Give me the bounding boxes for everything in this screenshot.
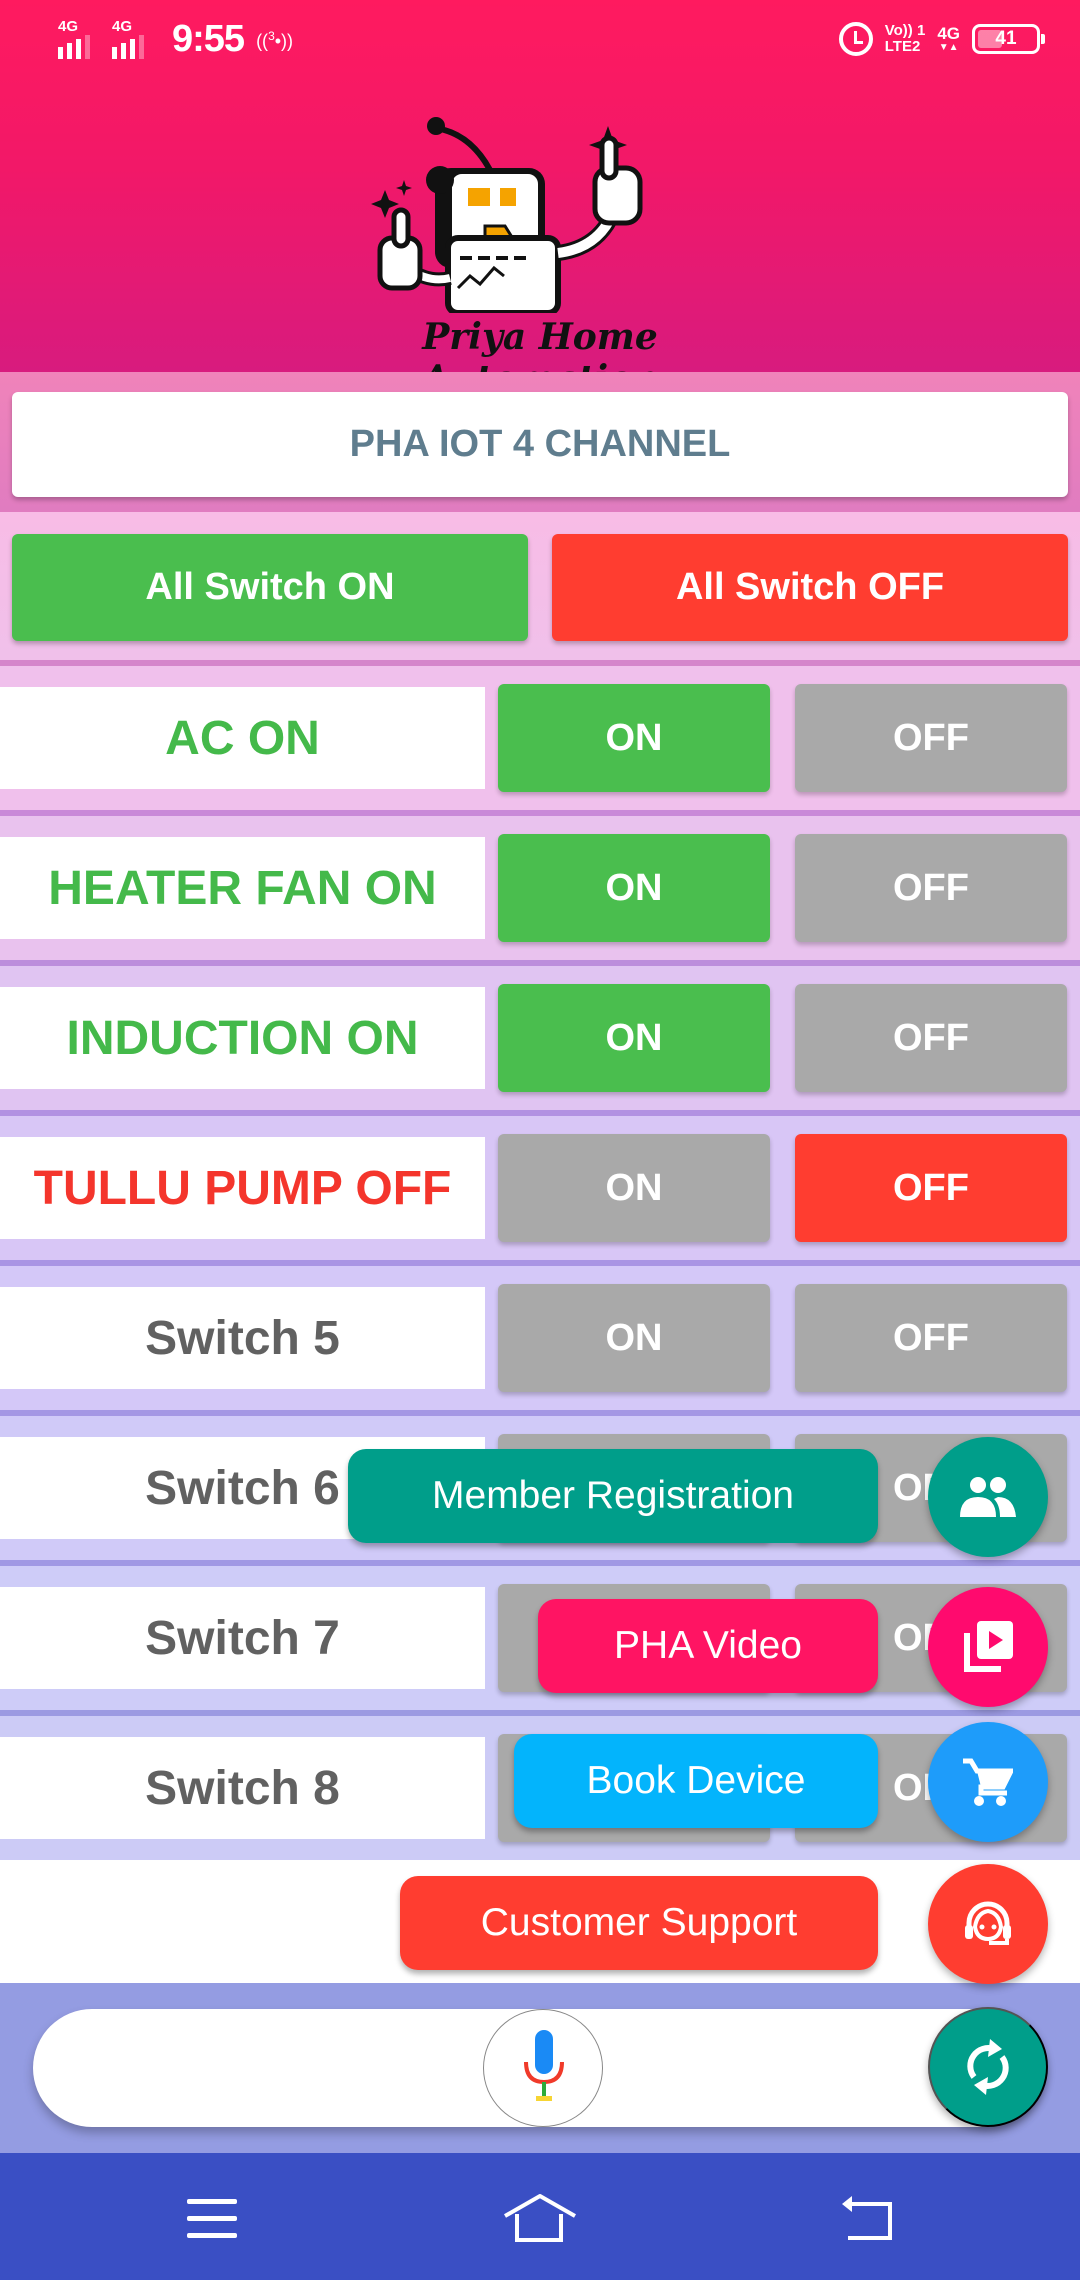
data-network-type: 4G <box>937 24 960 43</box>
switch-row: TULLU PUMP OFF ON OFF <box>0 1110 1080 1260</box>
fab-item-member-registration: Member Registration <box>0 1437 1080 1557</box>
row-divider <box>0 1260 1080 1266</box>
hotspot-icon: ((3•)) <box>256 29 294 51</box>
row-divider <box>0 660 1080 666</box>
master-controls: All Switch ON All Switch OFF <box>0 512 1080 660</box>
switch-label: HEATER FAN ON <box>0 837 485 939</box>
system-nav-bar <box>0 2153 1080 2280</box>
switch-on-button[interactable]: ON <box>498 834 770 942</box>
sim1-signal-icon: 4G <box>58 19 102 59</box>
voice-input-button[interactable] <box>483 2009 603 2127</box>
menu-button[interactable] <box>172 2183 252 2253</box>
battery-level: 41 <box>995 28 1017 49</box>
switch-off-button[interactable]: OFF <box>795 834 1067 942</box>
switch-off-button[interactable]: OFF <box>795 1284 1067 1392</box>
book-device-fab[interactable] <box>928 1722 1048 1842</box>
hotspot-count: 3 <box>268 29 275 43</box>
back-icon <box>842 2196 892 2240</box>
switch-off-button[interactable]: OFF <box>795 984 1067 1092</box>
all-switch-off-button[interactable]: All Switch OFF <box>552 534 1068 641</box>
pha-video-fab[interactable] <box>928 1587 1048 1707</box>
sim2-signal-icon: 4G <box>112 19 156 59</box>
member-registration-fab[interactable] <box>928 1437 1048 1557</box>
row-divider <box>0 1560 1080 1566</box>
switch-row: HEATER FAN ON ON OFF <box>0 810 1080 960</box>
row-divider <box>0 810 1080 816</box>
volte-line1: Vo)) 1 <box>884 22 926 39</box>
brand-logo: Priya Home Automation <box>340 88 740 400</box>
volte-indicator: Vo)) 1 LTE2 <box>885 23 926 55</box>
switch-on-button[interactable]: ON <box>498 1134 770 1242</box>
voice-control-band <box>0 1983 1080 2153</box>
shopping-cart-icon <box>963 1758 1013 1806</box>
switch-off-button[interactable]: OFF <box>795 1134 1067 1242</box>
device-title: PHA IOT 4 CHANNEL <box>12 392 1068 497</box>
switch-row: AC ON ON OFF <box>0 660 1080 810</box>
robot-thumbs-up-icon <box>371 117 643 316</box>
refresh-button[interactable] <box>928 2007 1048 2127</box>
customer-support-fab[interactable] <box>928 1864 1048 1984</box>
sim1-network-type: 4G <box>58 18 79 35</box>
pha-video-button[interactable]: PHA Video <box>538 1599 878 1693</box>
row-divider <box>0 1710 1080 1716</box>
status-bar: 4G 4G 9:55 ((3•)) Vo)) 1 LTE2 4G ▼▲ 41 <box>0 0 1080 84</box>
member-registration-button[interactable]: Member Registration <box>348 1449 878 1543</box>
battery-icon: 41 <box>972 24 1045 54</box>
app-header: 4G 4G 9:55 ((3•)) Vo)) 1 LTE2 4G ▼▲ 41 P… <box>0 0 1080 400</box>
headset-support-icon <box>965 1901 1011 1945</box>
home-icon <box>504 2194 576 2242</box>
switch-row: Switch 5 ON OFF <box>0 1260 1080 1410</box>
people-icon <box>960 1477 1016 1517</box>
switch-row: INDUCTION ON ON OFF <box>0 960 1080 1110</box>
home-button[interactable] <box>500 2183 580 2253</box>
switch-label: Switch 5 <box>0 1287 485 1389</box>
switch-label: INDUCTION ON <box>0 987 485 1089</box>
voice-command-bar <box>33 2007 1048 2127</box>
fab-item-book-device: Book Device <box>0 1722 1080 1842</box>
switch-on-button[interactable]: ON <box>498 984 770 1092</box>
switch-on-button[interactable]: ON <box>498 1284 770 1392</box>
microphone-icon <box>524 2030 564 2101</box>
sim2-network-type: 4G <box>112 18 133 35</box>
fab-item-customer-support: Customer Support <box>0 1864 1080 1984</box>
data-network-icon: 4G ▼▲ <box>937 24 960 53</box>
switch-label: TULLU PUMP OFF <box>0 1137 485 1239</box>
volte-line2: LTE2 <box>884 38 921 55</box>
all-switch-on-button[interactable]: All Switch ON <box>12 534 528 641</box>
row-divider <box>0 960 1080 966</box>
customer-support-button[interactable]: Customer Support <box>400 1876 878 1970</box>
refresh-icon <box>967 2039 1009 2095</box>
alarm-icon <box>838 22 873 56</box>
row-divider <box>0 1110 1080 1116</box>
row-divider <box>0 1410 1080 1416</box>
switch-off-button[interactable]: OFF <box>795 684 1067 792</box>
fab-item-pha-video: PHA Video <box>0 1587 1080 1707</box>
book-device-button[interactable]: Book Device <box>514 1734 878 1828</box>
switch-on-button[interactable]: ON <box>498 684 770 792</box>
video-library-icon <box>964 1621 1013 1672</box>
device-title-band: PHA IOT 4 CHANNEL <box>0 372 1080 512</box>
menu-icon <box>187 2199 237 2238</box>
switch-label: AC ON <box>0 687 485 789</box>
back-button[interactable] <box>828 2183 908 2253</box>
clock: 9:55 <box>172 18 245 60</box>
